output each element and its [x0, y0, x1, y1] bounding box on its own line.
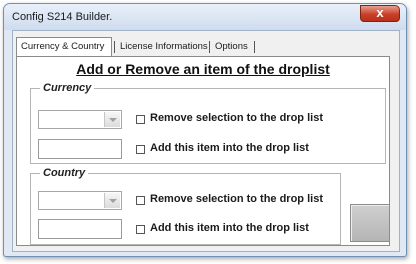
tab-label: Options	[215, 41, 248, 52]
tab-options[interactable]: Options	[211, 39, 252, 55]
add-country-checkbox[interactable]	[136, 225, 145, 234]
tab-separator	[209, 41, 210, 53]
add-currency-checkbox[interactable]	[136, 145, 145, 154]
tab-currency-country[interactable]: Currency & Country	[16, 37, 112, 56]
chevron-down-icon[interactable]	[104, 112, 120, 127]
close-button[interactable]: x	[360, 5, 400, 22]
add-country-label: Add this item into the drop list	[150, 222, 309, 234]
tab-separator	[254, 41, 255, 53]
currency-combo[interactable]	[38, 110, 122, 129]
close-icon: x	[376, 5, 384, 20]
country-legend: Country	[40, 167, 89, 179]
currency-legend: Currency	[40, 82, 95, 94]
remove-country-checkbox[interactable]	[136, 196, 145, 205]
remove-currency-label: Remove selection to the drop list	[150, 112, 323, 124]
remove-currency-checkbox[interactable]	[136, 115, 145, 124]
tab-label: License Informations	[120, 41, 208, 52]
chevron-down-icon[interactable]	[104, 193, 120, 208]
tab-label: Currency & Country	[21, 41, 105, 52]
currency-item-input[interactable]	[38, 139, 122, 159]
country-combo[interactable]	[38, 191, 122, 210]
window-title: Config S214 Builder.	[12, 11, 113, 23]
panel-heading: Add or Remove an item of the droplist	[76, 61, 330, 77]
remove-country-label: Remove selection to the drop list	[150, 193, 323, 205]
tab-license-informations[interactable]: License Informations	[116, 39, 212, 55]
apply-button[interactable]	[350, 204, 390, 242]
add-currency-label: Add this item into the drop list	[150, 142, 309, 154]
country-item-input[interactable]	[38, 219, 122, 239]
tab-separator	[114, 41, 115, 53]
title-bar: Config S214 Builder. x	[4, 4, 406, 30]
